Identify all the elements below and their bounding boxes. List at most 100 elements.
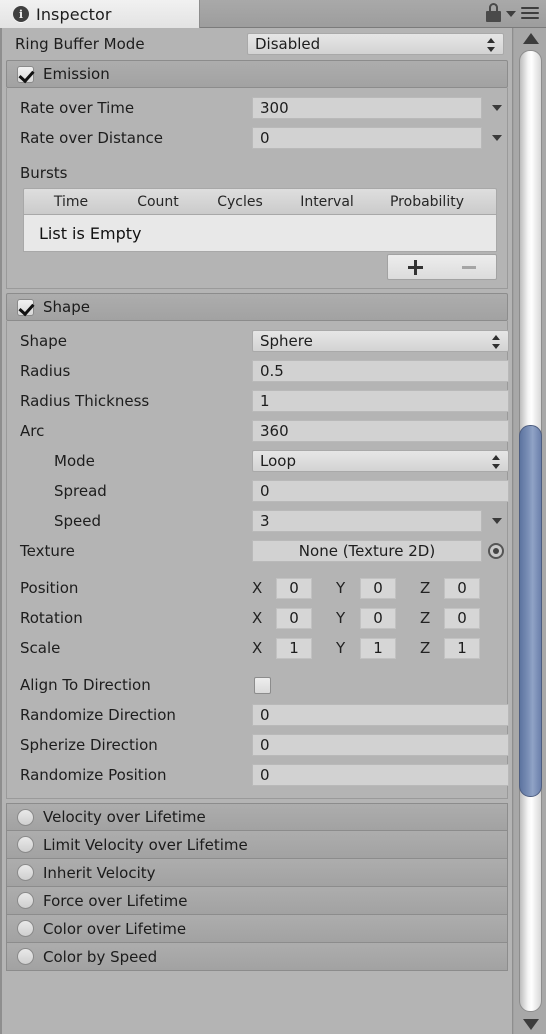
- align-to-direction-checkbox[interactable]: [254, 676, 271, 694]
- module-header-force-over-lifetime[interactable]: Force over Lifetime: [6, 887, 508, 915]
- module-header-color-over-lifetime[interactable]: Color over Lifetime: [6, 915, 508, 943]
- row-texture: Texture None (Texture 2D): [7, 536, 507, 566]
- position-y-input[interactable]: 0: [360, 577, 396, 599]
- vertical-scrollbar[interactable]: [514, 28, 546, 1034]
- inspector-content: Ring Buffer Mode Disabled Emission Rate …: [0, 28, 513, 1034]
- rotation-z-input[interactable]: 0: [444, 607, 480, 629]
- popup-arrows-icon: [492, 334, 501, 350]
- axis-x-label: X: [252, 639, 263, 657]
- bursts-column-count: Count: [137, 193, 179, 210]
- position-z-input[interactable]: 0: [444, 577, 480, 599]
- axis-z-label: Z: [420, 609, 431, 627]
- row-rate-over-time: Rate over Time 300: [7, 93, 507, 123]
- rotation-label: Rotation: [20, 609, 83, 627]
- rate-over-time-mode-caret-icon[interactable]: [492, 105, 502, 111]
- scale-x-input[interactable]: 1: [276, 637, 312, 659]
- rate-over-distance-mode-caret-icon[interactable]: [492, 135, 502, 141]
- hamburger-menu-icon[interactable]: [521, 4, 539, 22]
- shape-enabled-checkbox[interactable]: [17, 298, 34, 316]
- force-over-lifetime-title: Force over Lifetime: [43, 891, 188, 910]
- module-header-inherit-velocity[interactable]: Inherit Velocity: [6, 859, 508, 887]
- rate-over-distance-value: 0: [260, 129, 270, 147]
- scroll-down-arrow-icon[interactable]: [523, 1019, 539, 1030]
- lock-icon[interactable]: [486, 3, 501, 22]
- inherit-velocity-toggle[interactable]: [17, 864, 34, 881]
- force-over-lifetime-toggle[interactable]: [17, 892, 34, 909]
- position-x-input[interactable]: 0: [276, 577, 312, 599]
- color-over-lifetime-title: Color over Lifetime: [43, 919, 187, 938]
- shape-value: Sphere: [260, 332, 313, 350]
- randomize-position-input[interactable]: 0: [252, 764, 509, 786]
- rate-over-time-label: Rate over Time: [20, 99, 135, 117]
- arc-speed-input[interactable]: 3: [252, 510, 482, 532]
- inherit-velocity-title: Inherit Velocity: [43, 863, 156, 882]
- collapsed-module-list: Velocity over Lifetime Limit Velocity ov…: [6, 803, 508, 971]
- axis-y-label: Y: [336, 609, 346, 627]
- arc-input[interactable]: 360: [252, 420, 509, 442]
- module-header-velocity-over-lifetime[interactable]: Velocity over Lifetime: [6, 803, 508, 831]
- add-burst-button[interactable]: [407, 259, 423, 275]
- radius-input[interactable]: 0.5: [252, 360, 509, 382]
- row-radius: Radius 0.5: [7, 356, 509, 386]
- module-body-shape: Shape Sphere Radius 0.5 Radius Thickness…: [6, 321, 509, 799]
- scale-z-input[interactable]: 1: [444, 637, 480, 659]
- arc-speed-mode-caret-icon[interactable]: [492, 518, 502, 524]
- scale-y-input[interactable]: 1: [360, 637, 396, 659]
- radius-value: 0.5: [260, 362, 284, 380]
- row-position: Position X 0 Y 0 Z 0: [7, 573, 507, 603]
- row-randomize-position: Randomize Position 0: [7, 760, 509, 790]
- row-rate-over-distance: Rate over Distance 0: [7, 123, 507, 153]
- radius-thickness-value: 1: [260, 392, 270, 410]
- randomize-position-label: Randomize Position: [20, 766, 167, 784]
- shape-title: Shape: [43, 298, 90, 316]
- radius-label: Radius: [20, 362, 71, 380]
- shape-dropdown[interactable]: Sphere: [252, 330, 509, 352]
- bursts-column-probability: Probability: [389, 193, 464, 210]
- arc-spread-input[interactable]: 0: [252, 480, 509, 502]
- randomize-position-value: 0: [260, 766, 270, 784]
- color-over-lifetime-toggle[interactable]: [17, 920, 34, 937]
- randomize-direction-input[interactable]: 0: [252, 704, 509, 726]
- limit-velocity-over-lifetime-toggle[interactable]: [17, 836, 34, 853]
- arc-speed-value: 3: [260, 512, 270, 530]
- module-header-color-by-speed[interactable]: Color by Speed: [6, 943, 508, 971]
- spherize-direction-input[interactable]: 0: [252, 734, 509, 756]
- radius-thickness-input[interactable]: 1: [252, 390, 509, 412]
- color-by-speed-toggle[interactable]: [17, 948, 34, 965]
- texture-object-field[interactable]: None (Texture 2D): [252, 540, 482, 562]
- spherize-direction-label: Spherize Direction: [20, 736, 158, 754]
- row-spherize-direction: Spherize Direction 0: [7, 730, 509, 760]
- position-label: Position: [20, 579, 79, 597]
- row-arc-mode: Mode Loop: [7, 446, 509, 476]
- rate-over-time-value: 300: [260, 99, 289, 117]
- tab-inspector[interactable]: Inspector: [0, 0, 200, 28]
- bursts-list: Time Count Cycles Interval Probability L…: [23, 188, 497, 280]
- arc-mode-dropdown[interactable]: Loop: [252, 450, 509, 472]
- row-radius-thickness: Radius Thickness 1: [7, 386, 509, 416]
- module-header-shape[interactable]: Shape: [6, 293, 508, 321]
- color-by-speed-title: Color by Speed: [43, 947, 158, 966]
- limit-velocity-over-lifetime-title: Limit Velocity over Lifetime: [43, 835, 248, 854]
- row-rotation: Rotation X 0 Y 0 Z 0: [7, 603, 507, 633]
- texture-picker-icon[interactable]: [488, 543, 504, 559]
- module-header-emission[interactable]: Emission: [6, 60, 508, 88]
- ring-buffer-mode-label: Ring Buffer Mode: [15, 35, 145, 53]
- module-header-limit-velocity-over-lifetime[interactable]: Limit Velocity over Lifetime: [6, 831, 508, 859]
- scale-vector3: X 1 Y 1 Z 1: [252, 637, 480, 659]
- rate-over-time-input[interactable]: 300: [252, 97, 482, 119]
- chevron-down-icon[interactable]: [506, 11, 516, 17]
- rotation-y-input[interactable]: 0: [360, 607, 396, 629]
- tab-inspector-label: Inspector: [36, 4, 112, 24]
- remove-burst-button[interactable]: [462, 265, 477, 269]
- velocity-over-lifetime-title: Velocity over Lifetime: [43, 808, 206, 826]
- row-randomize-direction: Randomize Direction 0: [7, 700, 509, 730]
- emission-enabled-checkbox[interactable]: [17, 65, 34, 83]
- scroll-up-arrow-icon[interactable]: [523, 33, 539, 44]
- scrollbar-thumb[interactable]: [519, 425, 542, 797]
- rotation-x-input[interactable]: 0: [276, 607, 312, 629]
- velocity-over-lifetime-toggle[interactable]: [17, 808, 34, 826]
- rotation-vector3: X 0 Y 0 Z 0: [252, 607, 480, 629]
- ring-buffer-mode-dropdown[interactable]: Disabled: [247, 33, 504, 55]
- rate-over-distance-input[interactable]: 0: [252, 127, 482, 149]
- window-titlebar: Inspector: [0, 0, 546, 28]
